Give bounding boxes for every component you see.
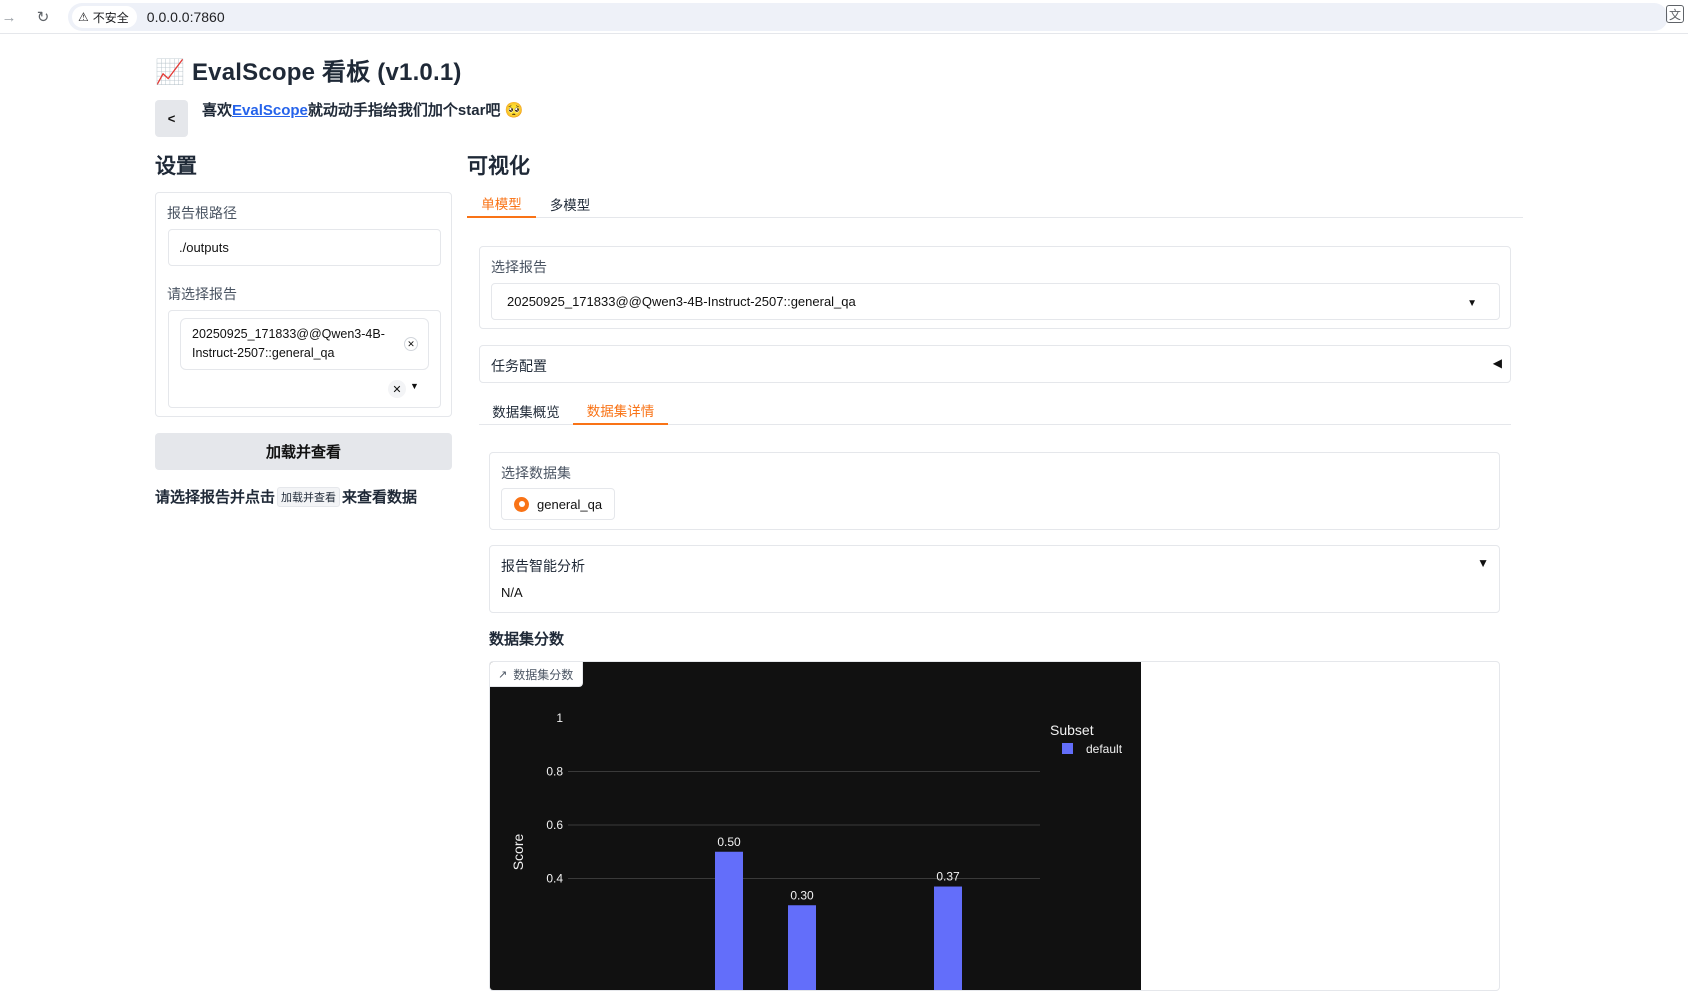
task-config-label: 任务配置: [491, 358, 547, 374]
security-chip[interactable]: ⚠ 不安全: [72, 6, 137, 28]
dataset-select-card: 选择数据集 general_qa: [489, 452, 1500, 530]
dataset-radio-option[interactable]: general_qa: [501, 488, 616, 520]
radio-selected-icon: [514, 496, 529, 512]
star-message: 喜欢EvalScope就动动手指给我们加个star吧 🥺: [202, 99, 523, 120]
plot-area: 1 0.8 0.6 0.4 Score 0.50 0.30 0.37 Subset default: [490, 662, 1141, 990]
browser-toolbar: → ↻ ⚠ 不安全 0.0.0.0:7860 文: [0, 0, 1688, 34]
settings-title: 设置: [155, 155, 197, 178]
hint-suffix: 来查看数据: [342, 489, 418, 506]
translate-icon[interactable]: 文: [1666, 5, 1684, 23]
score-plot-card: ↗ 数据集分数 1 0.8 0.6 0.4 Score 0.50 0.30 0.37 Subse…: [489, 661, 1500, 991]
task-config-accordion[interactable]: 任务配置 ◀: [479, 345, 1511, 383]
load-view-button[interactable]: 加载并查看: [155, 433, 452, 470]
collapse-left-icon: ◀: [1492, 356, 1502, 370]
bar: [715, 851, 743, 990]
bar: [934, 886, 962, 990]
selected-report-chip: 20250925_171833@@Qwen3-4B-Instruct-2507:…: [180, 318, 429, 370]
tab-single-model[interactable]: 单模型: [467, 190, 536, 218]
reload-icon[interactable]: ↻: [34, 8, 52, 26]
analysis-value: N/A: [501, 585, 523, 600]
report-select-label: 选择报告: [491, 259, 547, 275]
bar-data-label: 0.37: [936, 870, 960, 884]
dropdown-caret-icon: ▼: [1467, 298, 1477, 309]
root-path-input[interactable]: ./outputs: [168, 229, 441, 266]
remove-chip-icon[interactable]: ✕: [404, 337, 418, 351]
star-suffix: 就动动手指给我们加个star吧 🥺: [307, 102, 524, 119]
dataset-tabs: 数据集概览 数据集详情: [479, 396, 1511, 425]
legend-title: Subset: [1050, 722, 1094, 738]
score-bar-chart: 1 0.8 0.6 0.4 Score 0.50 0.30 0.37 Subset default: [510, 711, 1123, 990]
report-multiselect[interactable]: 20250925_171833@@Qwen3-4B-Instruct-2507:…: [168, 310, 441, 408]
legend-swatch: [1062, 743, 1073, 754]
plot-badge-label: 数据集分数: [513, 667, 574, 682]
sidebar-collapse-button[interactable]: <: [155, 100, 188, 137]
warning-icon: ⚠: [78, 10, 89, 24]
chart-icon: ↗: [498, 668, 508, 681]
analysis-accordion[interactable]: 报告智能分析 ▼ N/A: [489, 545, 1500, 613]
settings-panel: 报告根路径 ./outputs 请选择报告 20250925_171833@@Q…: [155, 192, 452, 417]
star-prefix: 喜欢: [202, 102, 233, 119]
root-path-label: 报告根路径: [167, 205, 237, 221]
analysis-label: 报告智能分析: [501, 558, 585, 574]
y-tick-label: 0.4: [546, 872, 563, 886]
clear-selection-icon[interactable]: ✕: [388, 380, 406, 398]
y-axis-label: Score: [510, 834, 526, 871]
legend-item-label: default: [1086, 742, 1123, 756]
security-label: 不安全: [92, 10, 129, 25]
plot-badge: ↗ 数据集分数: [490, 662, 584, 687]
select-report-label: 请选择报告: [167, 286, 237, 302]
address-bar[interactable]: ⚠ 不安全 0.0.0.0:7860: [68, 3, 1668, 31]
hint-prefix: 请选择报告并点击: [155, 489, 276, 506]
bar: [788, 905, 816, 990]
tab-dataset-details[interactable]: 数据集详情: [573, 396, 668, 425]
dataset-select-label: 选择数据集: [501, 465, 571, 481]
dropdown-caret-icon[interactable]: ▼: [410, 381, 419, 391]
hint-code: 加载并查看: [277, 486, 341, 507]
page-title: 📈 EvalScope 看板 (v1.0.1): [155, 59, 462, 86]
report-select-value: 20250925_171833@@Qwen3-4B-Instruct-2507:…: [507, 294, 856, 309]
y-tick-label: 0.6: [546, 818, 563, 832]
dataset-option-label: general_qa: [537, 496, 603, 512]
y-tick-label: 0.8: [546, 765, 563, 779]
tab-dataset-overview[interactable]: 数据集概览: [482, 396, 570, 425]
score-section-title: 数据集分数: [489, 631, 565, 648]
selected-report-text: 20250925_171833@@Qwen3-4B-Instruct-2507:…: [192, 327, 385, 360]
bar-data-label: 0.50: [717, 835, 741, 849]
expand-down-icon: ▼: [1477, 556, 1489, 570]
model-tabs: 单模型 多模型: [467, 190, 1523, 218]
y-tick-label: 1: [556, 711, 563, 725]
report-select-card: 选择报告 20250925_171833@@Qwen3-4B-Instruct-…: [479, 246, 1511, 329]
visualization-title: 可视化: [467, 155, 530, 178]
evalscope-link[interactable]: EvalScope: [232, 102, 308, 119]
forward-icon[interactable]: →: [0, 8, 18, 26]
tab-multi-model[interactable]: 多模型: [538, 190, 602, 218]
hint-text: 请选择报告并点击 加载并查看 来查看数据: [155, 486, 417, 507]
bar-data-label: 0.30: [790, 888, 814, 902]
report-select-dropdown[interactable]: 20250925_171833@@Qwen3-4B-Instruct-2507:…: [491, 283, 1500, 320]
url-text[interactable]: 0.0.0.0:7860: [147, 9, 225, 25]
